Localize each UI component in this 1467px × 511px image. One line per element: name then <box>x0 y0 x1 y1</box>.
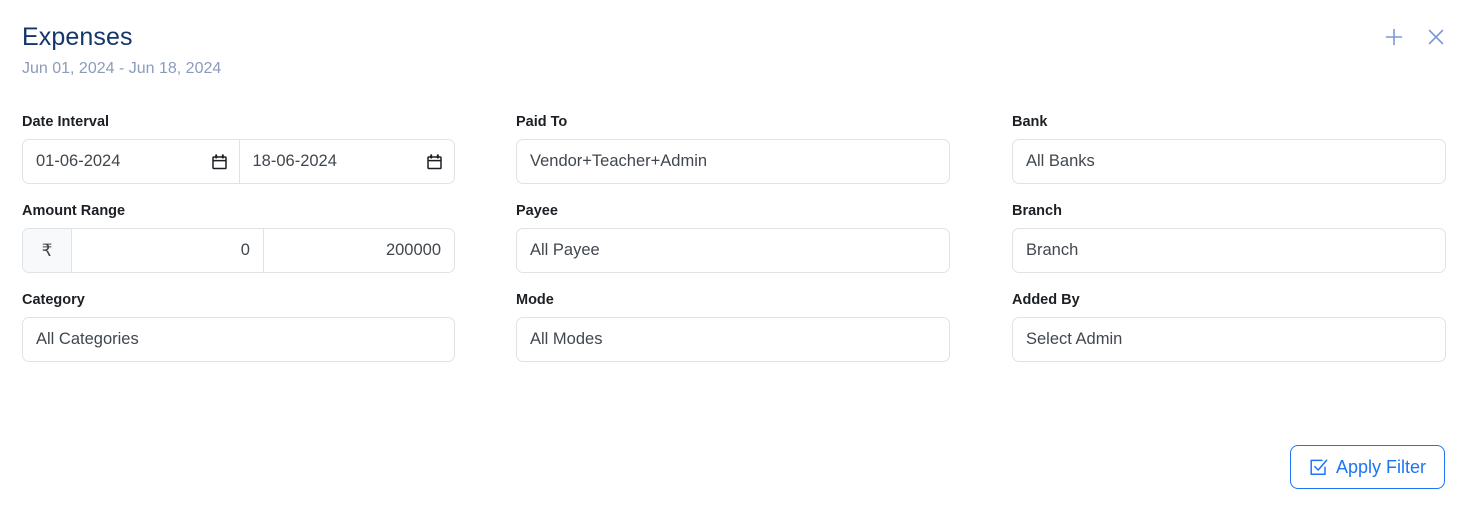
category-value: All Categories <box>36 330 139 348</box>
label-category: Category <box>22 292 85 308</box>
plus-icon <box>1382 25 1406 49</box>
date-from-value: 01-06-2024 <box>36 152 121 170</box>
page-title: Expenses <box>22 23 133 51</box>
payee-select[interactable]: All Payee <box>516 228 950 273</box>
rupee-icon: ₹ <box>23 229 72 272</box>
label-bank: Bank <box>1012 114 1048 130</box>
field-category: Category All Categories <box>22 290 455 362</box>
amount-range-control[interactable]: ₹ 0 200000 <box>22 228 455 273</box>
header-actions <box>1381 24 1449 50</box>
date-range-subtitle: Jun 01, 2024 - Jun 18, 2024 <box>22 60 222 77</box>
amount-min-input[interactable]: 0 <box>72 229 263 272</box>
paid-to-value: Vendor+Teacher+Admin <box>530 152 708 170</box>
field-paid-to: Paid To Vendor+Teacher+Admin <box>516 112 950 184</box>
bank-value: All Banks <box>1026 152 1095 170</box>
field-bank: Bank All Banks <box>1012 112 1446 184</box>
mode-value: All Modes <box>530 330 603 348</box>
field-mode: Mode All Modes <box>516 290 950 362</box>
mode-select[interactable]: All Modes <box>516 317 950 362</box>
date-to-input[interactable]: 18-06-2024 <box>238 140 455 183</box>
panel-header: Expenses Jun 01, 2024 - Jun 18, 2024 <box>0 0 1467 100</box>
apply-filter-label: Apply Filter <box>1335 457 1426 477</box>
close-button[interactable] <box>1423 24 1449 50</box>
date-interval-control[interactable]: 01-06-2024 18-06-2024 <box>22 139 455 184</box>
field-added-by: Added By Select Admin <box>1012 290 1446 362</box>
field-payee: Payee All Payee <box>516 201 950 273</box>
date-from-input[interactable]: 01-06-2024 <box>23 140 239 183</box>
bank-select[interactable]: All Banks <box>1012 139 1446 184</box>
label-branch: Branch <box>1012 203 1062 219</box>
label-date-interval: Date Interval <box>22 114 110 130</box>
field-amount-range: Amount Range ₹ 0 200000 <box>22 201 455 273</box>
added-by-select[interactable]: Select Admin <box>1012 317 1446 362</box>
field-branch: Branch Branch <box>1012 201 1446 273</box>
calendar-icon[interactable] <box>211 153 228 170</box>
add-button[interactable] <box>1381 24 1407 50</box>
apply-filter-button[interactable]: Apply Filter <box>1289 445 1445 489</box>
expenses-filter-panel: Expenses Jun 01, 2024 - Jun 18, 2024 Dat… <box>0 0 1467 511</box>
branch-value: Branch <box>1026 241 1079 259</box>
amount-max-input[interactable]: 200000 <box>262 229 454 272</box>
filter-column-middle: Paid To Vendor+Teacher+Admin Payee All P… <box>516 112 950 379</box>
category-select[interactable]: All Categories <box>22 317 455 362</box>
label-added-by: Added By <box>1012 292 1080 308</box>
branch-select[interactable]: Branch <box>1012 228 1446 273</box>
filter-column-left: Date Interval 01-06-2024 18-06-2024 Amou… <box>22 112 455 379</box>
label-amount-range: Amount Range <box>22 203 126 219</box>
paid-to-select[interactable]: Vendor+Teacher+Admin <box>516 139 950 184</box>
label-mode: Mode <box>516 292 554 308</box>
filter-column-right: Bank All Banks Branch Branch Added By Se… <box>1012 112 1446 379</box>
payee-value: All Payee <box>530 241 600 259</box>
checkbox-check-icon <box>1309 458 1328 477</box>
added-by-value: Select Admin <box>1026 330 1123 348</box>
calendar-icon[interactable] <box>427 153 443 170</box>
close-icon <box>1424 25 1448 49</box>
label-payee: Payee <box>516 203 558 219</box>
date-to-value: 18-06-2024 <box>252 152 337 170</box>
label-paid-to: Paid To <box>516 114 568 130</box>
field-date-interval: Date Interval 01-06-2024 18-06-2024 <box>22 112 455 184</box>
panel-footer: Apply Filter <box>1289 445 1445 489</box>
